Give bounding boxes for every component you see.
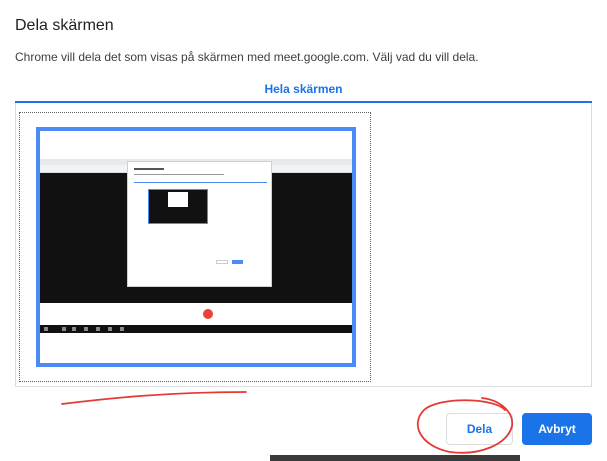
thumbnail-taskbar-item	[72, 327, 76, 331]
thumbnail-meeting-controls	[40, 303, 352, 325]
thumbnail-nested-dialog	[127, 161, 272, 287]
thumbnail-taskbar-item	[96, 327, 100, 331]
cancel-button[interactable]: Avbryt	[522, 413, 592, 445]
tab-entire-screen[interactable]: Hela skärmen	[15, 82, 592, 102]
thumbnail-taskbar-item	[44, 327, 48, 331]
dialog-title: Dela skärmen	[15, 17, 114, 34]
thumbnail-taskbar-item	[120, 327, 124, 331]
thumbnail-nested-title	[134, 168, 164, 170]
thumbnail-taskbar-item	[84, 327, 88, 331]
thumbnail-nested-tab	[134, 182, 267, 183]
red-underline-icon	[61, 391, 247, 405]
screen-thumbnail[interactable]	[36, 127, 356, 367]
share-screen-dialog: Dela skärmen Chrome vill dela det som vi…	[0, 0, 607, 461]
thumbnail-nested-preview-window	[168, 192, 188, 207]
thumbnail-nested-share-button	[216, 260, 228, 264]
thumbnail-nested-description	[134, 174, 224, 175]
thumbnail-taskbar-item	[108, 327, 112, 331]
dialog-description: Chrome vill dela det som visas på skärme…	[15, 50, 479, 64]
thumbnail-top-area	[40, 131, 352, 159]
share-button[interactable]: Dela	[446, 413, 513, 445]
thumbnail-end-call-icon	[203, 309, 213, 319]
bottom-edge-strip	[0, 455, 607, 461]
thumbnail-nested-cancel-button	[232, 260, 243, 264]
thumbnail-taskbar	[40, 325, 352, 333]
thumbnail-desktop	[40, 333, 352, 363]
thumbnail-taskbar-item	[62, 327, 66, 331]
